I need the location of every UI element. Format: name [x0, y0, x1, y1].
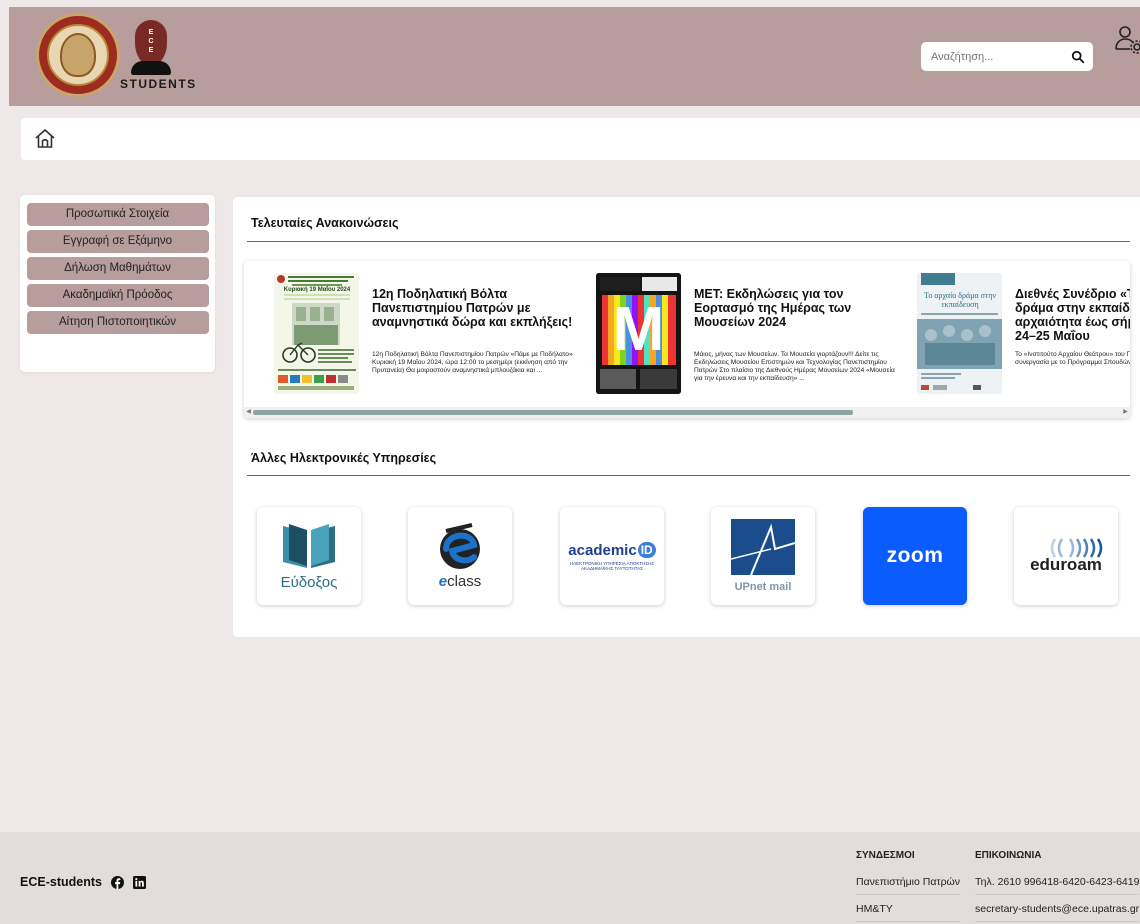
announcements-carousel: Κυριακή 19 Μαΐου 2024 12η Ποδηλατική Βόλ…: [244, 261, 1130, 418]
service-eduroam[interactable]: eduroam: [1014, 507, 1118, 605]
footer-contact-column: ΕΠΙΚΟΙΝΩΝΙΑ Τηλ. 2610 996418-6420-6423-6…: [975, 850, 1140, 924]
footer-brand: ECE-students: [20, 875, 146, 889]
news-thumbnail-letter: M: [612, 295, 665, 364]
main-panel: Τελευταίες Ανακοινώσεις Κυριακή 19 Μαΐου…: [233, 197, 1140, 637]
sidebar-item-semester-registration[interactable]: Εγγραφή σε Εξάμηνο: [26, 230, 209, 253]
news-card[interactable]: M ΜΕΤ: Εκδηλώσεις για τον Εορτασμό της Η…: [596, 273, 916, 397]
search-box: [921, 42, 1093, 71]
news-card[interactable]: Το αρχαίο δράμα στην εκπαίδευση Διεθνές …: [917, 273, 1130, 397]
announcements-divider: [247, 241, 1130, 242]
site-footer: ECE-students ΣΥΝΔΕΣΜΟΙ Πανεπιστήμιο Πατρ…: [0, 832, 1140, 924]
zoom-icon: zoom: [886, 544, 944, 567]
scroll-right-arrow-icon[interactable]: ▶: [1121, 407, 1130, 418]
eclass-e-icon: [440, 522, 480, 569]
linkedin-icon[interactable]: [132, 875, 146, 889]
ece-badge-base: [131, 61, 171, 75]
service-label: UPnet mail: [734, 581, 792, 593]
news-thumbnail-bike-ride[interactable]: Κυριακή 19 Μαΐου 2024: [274, 273, 359, 394]
ece-students-text: STUDENTS: [120, 77, 197, 91]
service-label: eclass: [439, 573, 482, 590]
service-upnet-mail[interactable]: UPnet mail: [711, 507, 815, 605]
academic-id-icon: academic ID: [568, 541, 656, 559]
news-excerpt: Το «Ινστιτούτο Αρχαίου Θεάτρου» του Πανε…: [1015, 351, 1130, 366]
news-thumbnail-museums[interactable]: M: [596, 273, 681, 394]
academic-id-text: academic: [568, 541, 637, 559]
footer-links-column: ΣΥΝΔΕΣΜΟΙ Πανεπιστήμιο Πατρών ΗΜ&ΤΥ: [856, 850, 960, 924]
footer-phone: Τηλ. 2610 996418-6420-6423-6419: [975, 873, 1140, 895]
carousel-scrollbar[interactable]: ◀ ▶: [244, 407, 1130, 418]
news-thumbnail-drama-conference[interactable]: Το αρχαίο δράμα στην εκπαίδευση: [917, 273, 1002, 394]
user-settings-icon[interactable]: [1113, 23, 1140, 55]
news-card[interactable]: Κυριακή 19 Μαΐου 2024 12η Ποδηλατική Βόλ…: [274, 273, 594, 397]
ece-badge-letter: C: [148, 38, 154, 45]
upnet-mail-icon: [731, 519, 795, 575]
academic-id-badge: ID: [637, 542, 656, 558]
ece-badge-letter: E: [148, 47, 154, 54]
footer-links-title: ΣΥΝΔΕΣΜΟΙ: [856, 850, 915, 861]
announcements-title: Τελευταίες Ανακοινώσεις: [251, 216, 399, 230]
site-header: E C E STUDENTS: [9, 7, 1140, 106]
news-title[interactable]: 12η Ποδηλατική Βόλτα Πανεπιστημίου Πατρώ…: [372, 287, 582, 329]
scroll-left-arrow-icon[interactable]: ◀: [244, 407, 253, 418]
services-title: Άλλες Ηλεκτρονικές Υπηρεσίες: [251, 451, 437, 465]
sidebar-item-academic-progress[interactable]: Ακαδημαϊκή Πρόοδος: [26, 284, 209, 307]
sidebar-item-certificate-request[interactable]: Αίτηση Πιστοποιητικών: [26, 311, 209, 334]
news-title[interactable]: ΜΕΤ: Εκδηλώσεις για τον Εορτασμό της Ημέ…: [694, 287, 904, 329]
footer-brand-text: ECE-students: [20, 875, 102, 889]
footer-link-ece[interactable]: ΗΜ&ΤΥ: [856, 900, 960, 922]
service-zoom[interactable]: zoom: [863, 507, 967, 605]
facebook-icon[interactable]: [110, 875, 124, 889]
university-logo[interactable]: [36, 13, 120, 97]
service-eclass[interactable]: eclass: [408, 507, 512, 605]
search-input[interactable]: [931, 50, 1061, 63]
eudoxus-book-icon: [283, 523, 335, 568]
services-divider: [247, 475, 1130, 476]
news-thumbnail-caption: Το αρχαίο δράμα στην εκπαίδευση: [921, 291, 999, 309]
news-excerpt: 12η Ποδηλατική Βόλτα Πανεπιστημίου Πατρώ…: [372, 351, 573, 374]
academic-id-subtext: ΗΛΕΚΤΡΟΝΙΚΗ ΥΠΗΡΕΣΙΑ ΑΠΟΚΤΗΣΗΣ ΑΚΑΔΗΜΑΪΚ…: [569, 560, 655, 571]
service-label: eduroam: [1030, 555, 1102, 574]
eclass-prefix: e: [438, 572, 448, 590]
search-icon[interactable]: [1071, 50, 1085, 64]
footer-email-link[interactable]: secretary-students@ece.upatras.gr: [975, 900, 1140, 922]
service-eudoxus[interactable]: Εύδοξος: [257, 507, 361, 605]
footer-link-university[interactable]: Πανεπιστήμιο Πατρών: [856, 873, 960, 895]
news-excerpt: Μάιος, μήνας των Μουσείων. Τα Μουσεία γι…: [694, 351, 895, 382]
sidebar-item-personal-info[interactable]: Προσωπικά Στοιχεία: [26, 203, 209, 226]
service-academic-id[interactable]: academic ID ΗΛΕΚΤΡΟΝΙΚΗ ΥΠΗΡΕΣΙΑ ΑΠΟΚΤΗΣ…: [560, 507, 664, 605]
ece-badge-letter: E: [148, 29, 154, 36]
footer-contact-title: ΕΠΙΚΟΙΝΩΝΙΑ: [975, 850, 1042, 861]
scrollbar-thumb[interactable]: [253, 410, 853, 415]
university-seal-figure: [60, 33, 96, 77]
university-seal-ring: [47, 24, 109, 86]
home-icon[interactable]: [33, 127, 57, 151]
ece-students-logo[interactable]: E C E STUDENTS: [118, 17, 198, 97]
eclass-label: class: [447, 572, 482, 590]
sidebar-menu: Προσωπικά Στοιχεία Εγγραφή σε Εξάμηνο Δή…: [20, 195, 215, 372]
breadcrumb: [21, 118, 1140, 160]
sidebar-item-course-declaration[interactable]: Δήλωση Μαθημάτων: [26, 257, 209, 280]
news-title[interactable]: Διεθνές Συνέδριο «Το αρχαίο δράμα στην ε…: [1015, 287, 1130, 343]
ece-badge: E C E: [135, 20, 167, 66]
news-thumbnail-caption: Κυριακή 19 Μαΐου 2024: [277, 287, 357, 293]
service-label: Εύδοξος: [280, 573, 338, 591]
